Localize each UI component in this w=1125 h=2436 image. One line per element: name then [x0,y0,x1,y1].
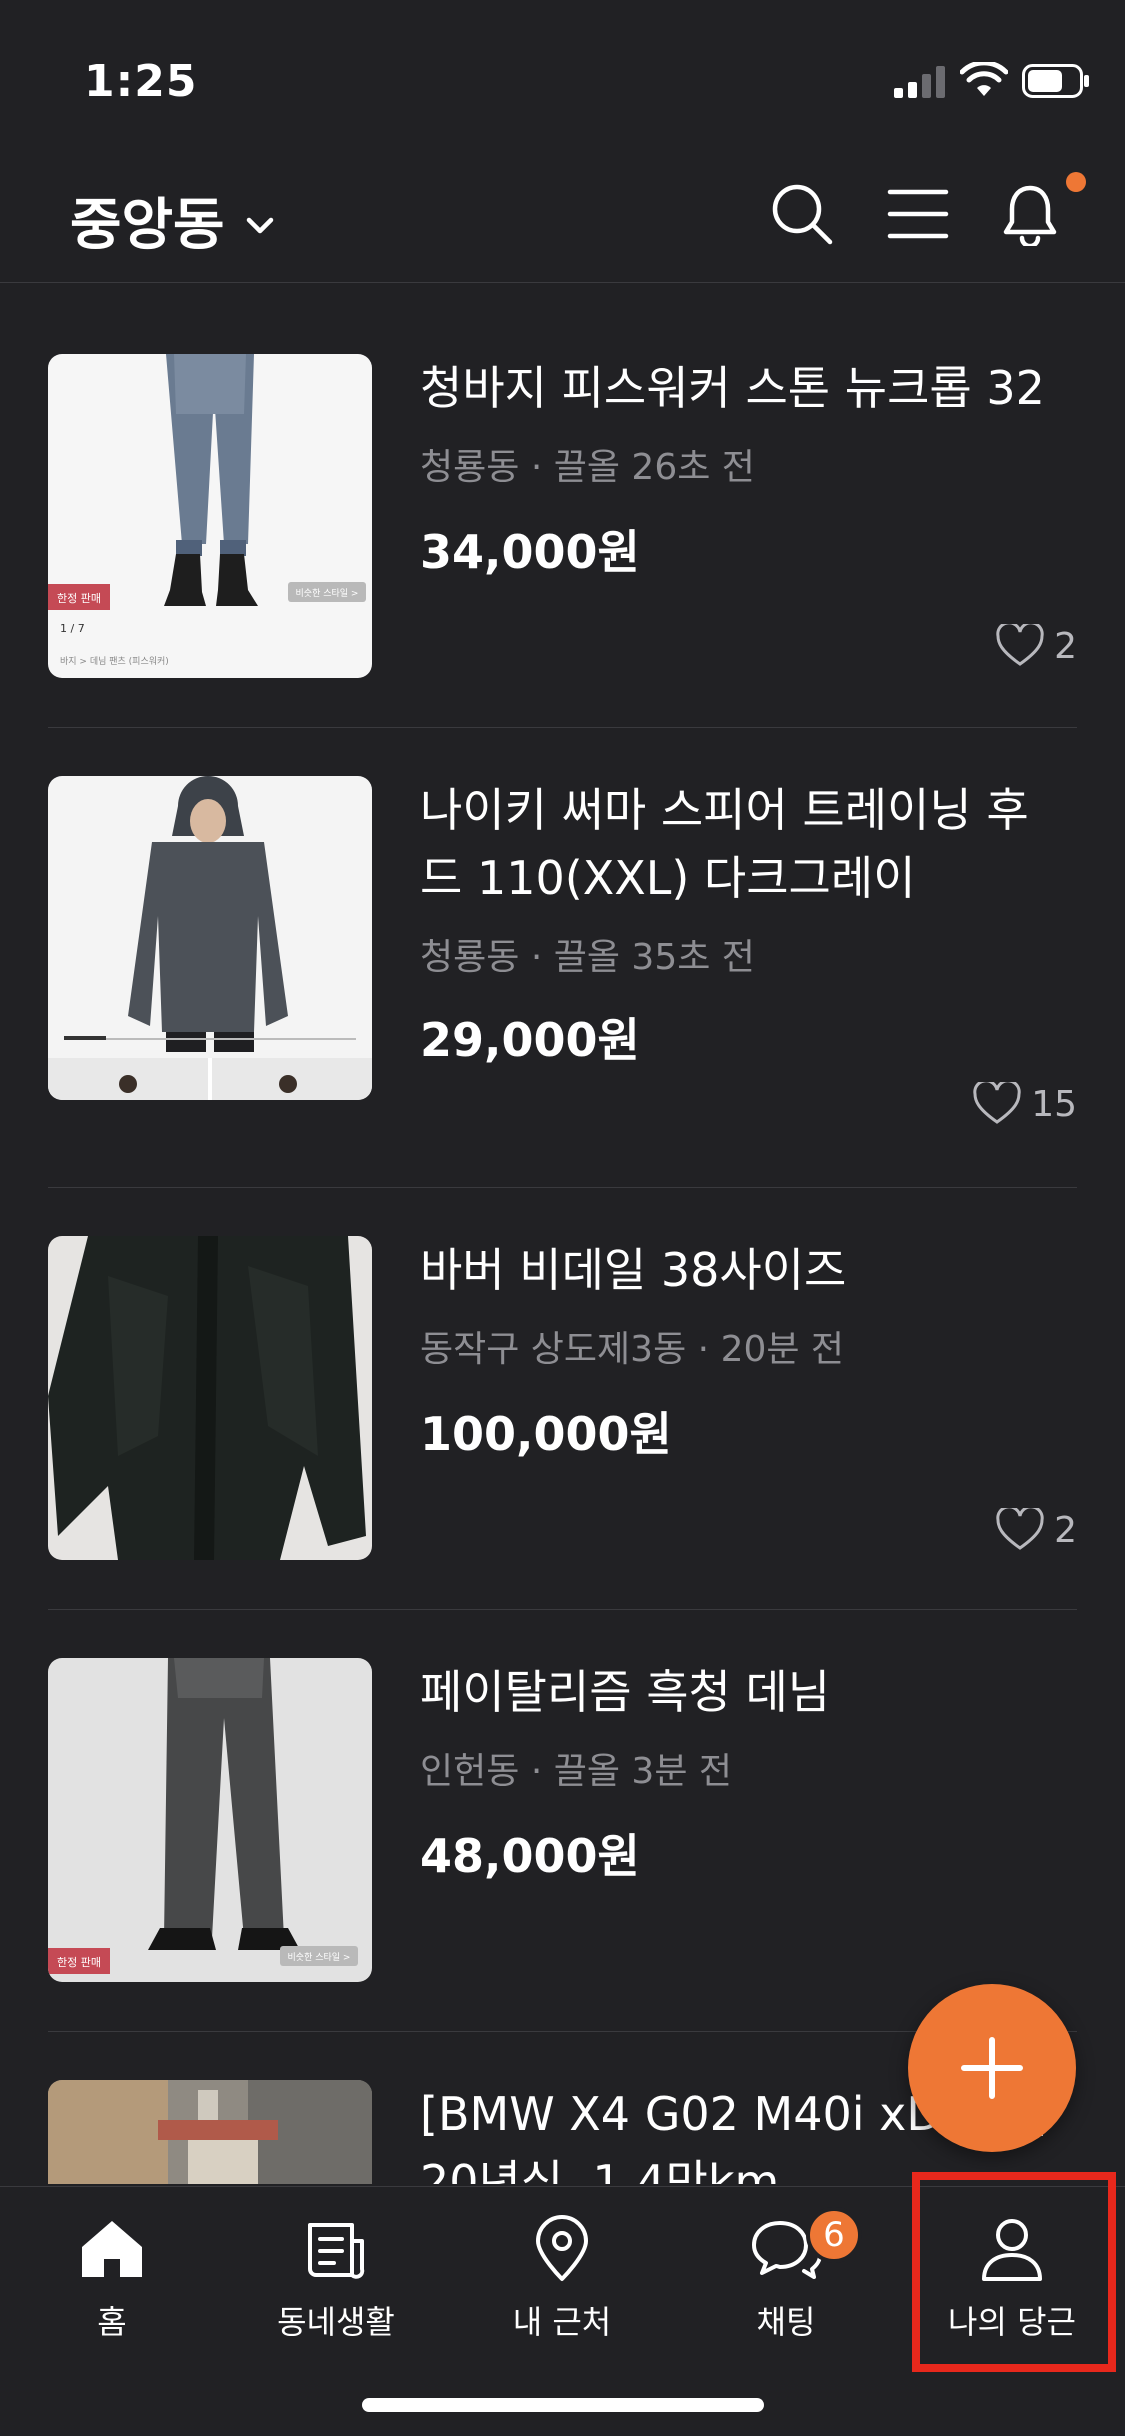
heart-icon [996,1508,1044,1550]
product-thumbnail [48,776,372,1100]
tab-neighborhood[interactable]: 동네생활 [236,2213,436,2343]
listing-meta: 인헌동 · 끌올 3분 전 [420,1751,733,1792]
location-pin-icon [536,2215,588,2281]
status-bar: 1:25 [0,0,1125,150]
product-thumbnail [48,1236,372,1560]
street-photo [48,2080,372,2184]
listing-title: 페이탈리즘 흑청 데님 [420,1665,831,1719]
tab-nearby[interactable]: 내 근처 [462,2213,662,2343]
list-item[interactable]: 바버 비데일 38사이즈 동작구 상도제3동 · 20분 전 100,000원 … [48,1236,1077,1610]
like-count: 2 [996,624,1077,668]
listing-meta: 청룡동 · 끌올 26초 전 [420,447,755,488]
unread-badge: 6 [806,2207,862,2263]
svg-text:비슷한 스타일 >: 비슷한 스타일 > [288,1952,351,1963]
product-thumbnail: 한정 판매 비슷한 스타일 > [48,1658,372,1982]
app-header: 중앙동 [0,150,1125,283]
listing-title: 청바지 피스워커 스톤 뉴크롭 32 [420,361,1045,415]
search-icon[interactable] [770,182,834,246]
notification-dot [1066,172,1086,192]
location-name: 중앙동 [70,193,225,258]
home-icon [82,2221,142,2277]
svg-text:비슷한 스타일 >: 비슷한 스타일 > [296,588,359,599]
listing-title: 바버 비데일 38사이즈 [420,1243,847,1297]
tab-label: 홈 [97,2303,127,2341]
product-thumbnail: 한정 판매 비슷한 스타일 > 1 / 7 바지 > 데님 팬츠 (피스워커) [48,354,372,678]
svg-text:바지 > 데님 팬츠 (피스워커): 바지 > 데님 팬츠 (피스워커) [60,656,169,667]
menu-icon[interactable] [886,182,950,246]
wifi-icon [960,62,1008,96]
battery-icon [1022,64,1089,98]
denim-photo: 한정 판매 비슷한 스타일 > [48,1658,372,1982]
highlight-box [912,2172,1116,2372]
tab-label: 채팅 [756,2303,816,2341]
product-thumbnail [48,2080,372,2184]
listing-meta: 청룡동 · 끌올 35초 전 [420,937,755,978]
list-item[interactable]: 한정 판매 비슷한 스타일 > 페이탈리즘 흑청 데님 인헌동 · 끌올 3분 … [48,1658,1077,2032]
cellular-signal-icon [894,66,945,98]
svg-text:1 / 7: 1 / 7 [60,622,85,635]
list-item[interactable]: 한정 판매 비슷한 스타일 > 1 / 7 바지 > 데님 팬츠 (피스워커) … [48,354,1077,728]
tab-home[interactable]: 홈 [12,2213,212,2343]
chevron-down-icon [246,217,273,233]
listing-price: 29,000원 [420,1013,640,1067]
tab-label: 내 근처 [512,2303,612,2341]
jeans-photo: 한정 판매 비슷한 스타일 > 1 / 7 바지 > 데님 팬츠 (피스워커) [48,354,372,678]
write-post-button[interactable] [908,1984,1076,2152]
bell-icon[interactable] [998,182,1062,246]
home-indicator [362,2398,764,2412]
svg-text:한정 판매: 한정 판매 [57,1956,101,1969]
listing-feed[interactable]: 한정 판매 비슷한 스타일 > 1 / 7 바지 > 데님 팬츠 (피스워커) … [0,284,1125,2184]
newspaper-icon [308,2223,365,2279]
list-item[interactable]: 나이키 써마 스피어 트레이닝 후드 110(XXL) 다크그레이 청룡동 · … [48,776,1077,1188]
like-count: 2 [996,1508,1077,1552]
svg-text:한정 판매: 한정 판매 [57,592,101,605]
listing-title: 나이키 써마 스피어 트레이닝 후드 110(XXL) 다크그레이 [420,783,1029,905]
plus-icon [961,2037,1023,2099]
listing-price: 100,000원 [420,1407,672,1461]
like-count: 15 [973,1082,1077,1126]
hoodie-photo [48,776,372,1100]
listing-meta: 동작구 상도제3동 · 20분 전 [420,1329,845,1370]
listing-price: 48,000원 [420,1829,640,1883]
tab-label: 동네생활 [277,2303,395,2341]
jacket-photo [48,1236,372,1560]
listing-price: 34,000원 [420,525,640,579]
tab-chat[interactable]: 채팅 6 [686,2207,886,2343]
location-selector[interactable]: 중앙동 [70,180,277,261]
heart-icon [973,1082,1021,1124]
heart-icon [996,624,1044,666]
status-time: 1:25 [84,56,198,107]
